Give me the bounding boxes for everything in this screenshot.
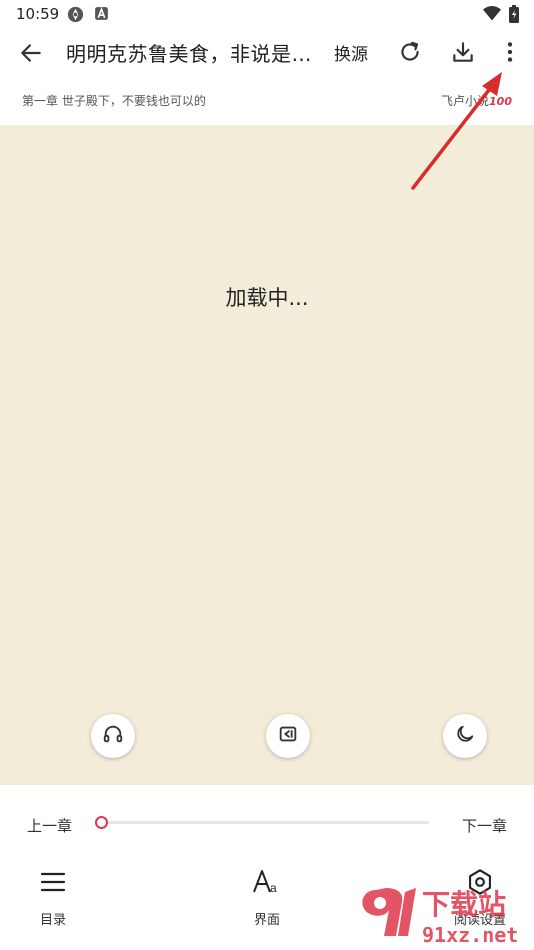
- refresh-icon[interactable]: [397, 39, 423, 65]
- chapter-progress-slider[interactable]: [95, 816, 429, 829]
- headphones-icon: [102, 723, 124, 749]
- nav-catalog-label: 目录: [39, 913, 66, 928]
- progress-thumb[interactable]: [95, 816, 108, 829]
- site-watermark-logo: 下载站 91xz.net: [362, 888, 518, 947]
- site-badge: 100: [489, 95, 512, 108]
- back-arrow-icon[interactable]: [18, 40, 44, 66]
- status-bar: 10:59: [0, 0, 534, 28]
- site-name-text: 飞卢小说: [441, 94, 490, 108]
- chapter-title: 第一章 世子殿下，不要钱也可以的: [22, 94, 206, 108]
- more-vert-icon[interactable]: [497, 39, 523, 65]
- loading-text: 加载中...: [225, 286, 309, 310]
- nav-interface[interactable]: a 界面: [227, 867, 307, 928]
- auto-page-icon: [277, 723, 299, 749]
- svg-text:a: a: [270, 881, 277, 895]
- status-time: 10:59: [16, 5, 60, 23]
- wifi-icon: [483, 5, 501, 26]
- sync-status-icon: [66, 5, 85, 28]
- listen-button[interactable]: [91, 714, 135, 758]
- change-source-button[interactable]: 换源: [334, 40, 368, 65]
- app-notification-icon: [94, 5, 109, 26]
- night-mode-button[interactable]: [443, 714, 487, 758]
- download-icon[interactable]: [450, 39, 476, 65]
- prev-chapter-button[interactable]: 上一章: [27, 815, 72, 836]
- site-name: 飞卢小说100: [441, 92, 512, 109]
- book-title: 明明克苏鲁美食，非说是黑暗料理: [66, 42, 314, 66]
- top-toolbar: 明明克苏鲁美食，非说是黑暗料理 换源: [0, 28, 534, 76]
- auto-page-button[interactable]: [266, 714, 310, 758]
- menu-list-icon: [13, 867, 93, 897]
- nav-interface-label: 界面: [253, 913, 280, 928]
- watermark-text-top: 下载站: [422, 888, 506, 921]
- reader-area[interactable]: 加载中...: [0, 126, 534, 785]
- night-mode-icon: [454, 723, 476, 749]
- nav-catalog[interactable]: 目录: [13, 867, 93, 928]
- next-chapter-button[interactable]: 下一章: [462, 815, 507, 836]
- chapter-bar: 第一章 世子殿下，不要钱也可以的 飞卢小说100: [0, 76, 534, 126]
- font-size-icon: a: [227, 867, 307, 897]
- battery-icon: [509, 5, 519, 27]
- watermark-text-bottom: 91xz.net: [422, 923, 518, 947]
